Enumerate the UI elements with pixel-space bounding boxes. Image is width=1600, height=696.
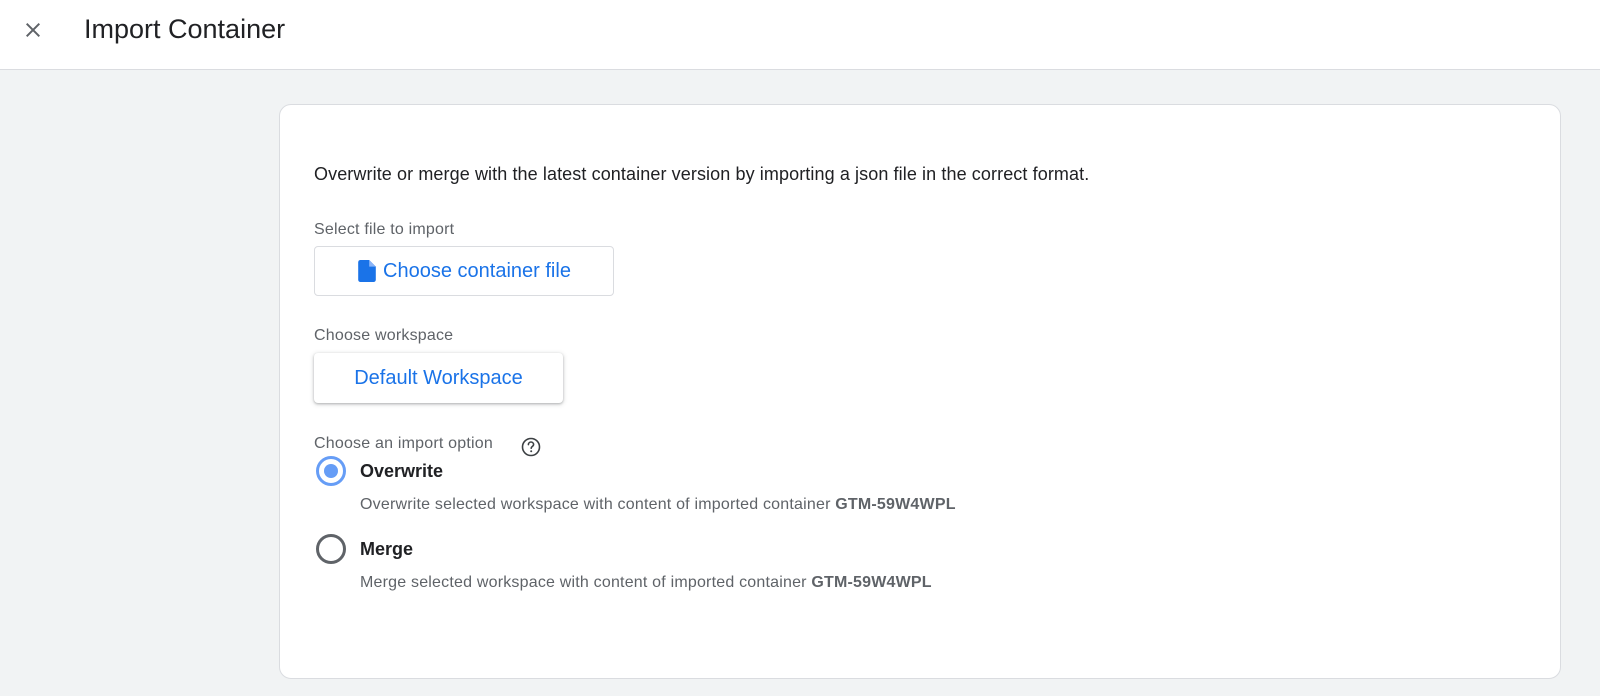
choose-workspace-label: Choose workspace [314,327,454,344]
help-icon[interactable] [520,436,542,458]
merge-option-description: Merge selected workspace with content of… [360,573,932,593]
top-app-bar: Import Container [0,0,1600,70]
merge-option-label[interactable]: Merge [360,538,413,560]
question-mark-icon [521,437,541,457]
card-description: Overwrite or merge with the latest conta… [314,164,1090,184]
overwrite-radio[interactable] [316,456,346,486]
choose-container-file-label: Choose container file [383,259,571,282]
merge-container-id: GTM-59W4WPL [811,574,932,591]
import-container-card: Overwrite or merge with the latest conta… [279,104,1561,679]
select-file-label: Select file to import [314,221,455,238]
default-workspace-label: Default Workspace [354,366,523,389]
close-button[interactable] [14,11,52,49]
default-workspace-button[interactable]: Default Workspace [314,353,563,403]
file-icon [358,260,376,282]
merge-radio[interactable] [316,534,346,564]
radio-selected-dot [324,464,338,478]
overwrite-option-description: Overwrite selected workspace with conten… [360,495,956,515]
page-title: Import Container [84,14,286,44]
close-icon [26,23,40,37]
overwrite-container-id: GTM-59W4WPL [835,496,956,513]
overwrite-description-text: Overwrite selected workspace with conten… [360,496,831,513]
merge-description-text: Merge selected workspace with content of… [360,574,807,591]
overwrite-option-label[interactable]: Overwrite [360,460,443,482]
import-option-label: Choose an import option [314,435,493,452]
choose-container-file-button[interactable]: Choose container file [314,246,614,296]
